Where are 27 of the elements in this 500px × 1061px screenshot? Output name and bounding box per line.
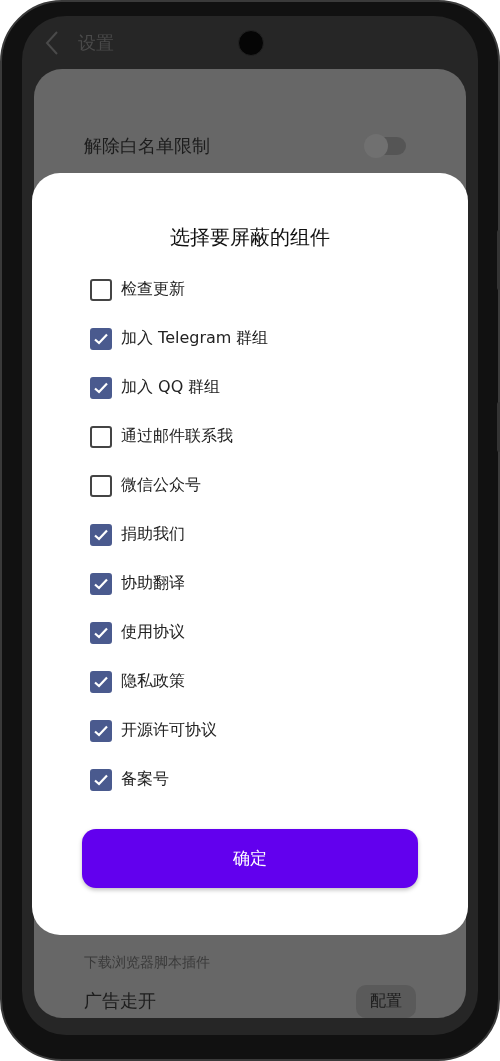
- checkbox[interactable]: [90, 327, 112, 350]
- option-label[interactable]: 微信公众号: [121, 475, 201, 496]
- option-label[interactable]: 使用协议: [121, 622, 185, 643]
- checkbox[interactable]: [90, 376, 112, 399]
- setting-title: 广告走开: [84, 989, 156, 1013]
- option-label[interactable]: 隐私政策: [121, 671, 185, 692]
- checkbox[interactable]: [90, 523, 112, 546]
- checkbox[interactable]: [90, 474, 112, 497]
- option-label[interactable]: 协助翻译: [121, 573, 185, 594]
- confirm-button[interactable]: 确定: [82, 829, 418, 888]
- dialog-title: 选择要屏蔽的组件: [169, 224, 331, 251]
- toggle-switch[interactable]: [366, 137, 406, 155]
- checkbox[interactable]: [90, 425, 112, 448]
- option-label[interactable]: 加入 QQ 群组: [121, 377, 221, 398]
- checkbox[interactable]: [90, 719, 112, 742]
- option-label[interactable]: 备案号: [121, 769, 169, 790]
- option-label[interactable]: 开源许可协议: [121, 720, 217, 741]
- setting-title: 解除白名单限制: [84, 134, 210, 158]
- checkbox[interactable]: [90, 621, 112, 644]
- checkbox[interactable]: [90, 278, 112, 301]
- option-label[interactable]: 捐助我们: [121, 524, 185, 545]
- checkbox[interactable]: [90, 768, 112, 791]
- checkbox[interactable]: [90, 572, 112, 595]
- option-label[interactable]: 加入 Telegram 群组: [121, 328, 269, 349]
- option-label[interactable]: 检查更新: [121, 279, 185, 300]
- option-label[interactable]: 通过邮件联系我: [121, 426, 233, 447]
- checkbox[interactable]: [90, 670, 112, 693]
